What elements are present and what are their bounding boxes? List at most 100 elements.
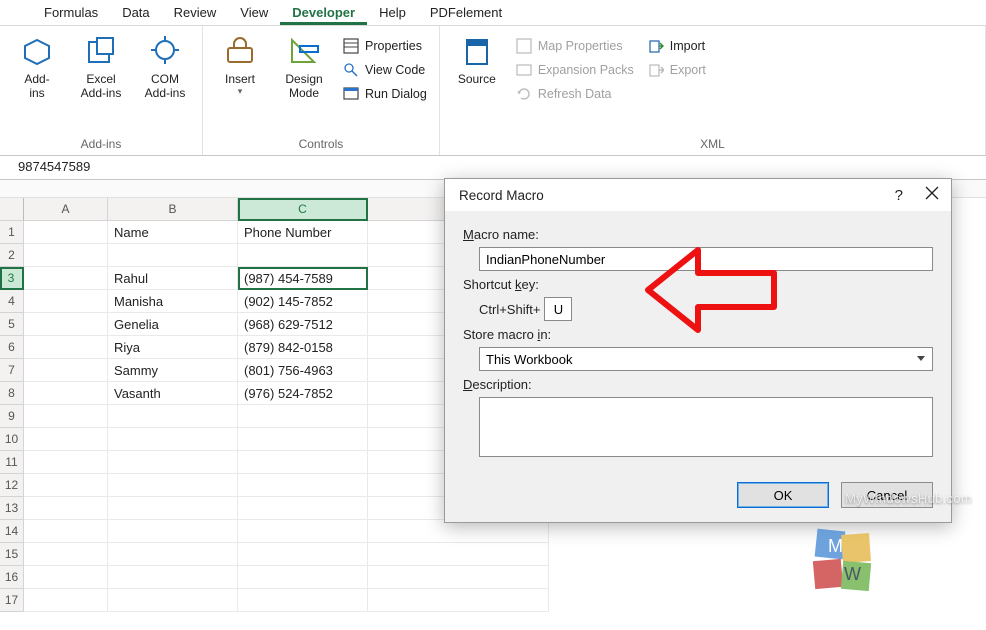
cell-A12[interactable] (24, 474, 108, 497)
tab-formulas[interactable]: Formulas (32, 2, 110, 25)
export-button[interactable]: Export (644, 60, 710, 80)
cell-B9[interactable] (108, 405, 238, 428)
cell-B2[interactable] (108, 244, 238, 267)
cell-C5[interactable]: (968) 629-7512 (238, 313, 368, 336)
cell-A15[interactable] (24, 543, 108, 566)
row-header-15[interactable]: 15 (0, 543, 24, 566)
cell-A16[interactable] (24, 566, 108, 589)
col-header-B[interactable]: B (108, 198, 238, 221)
cell-B1[interactable]: Name (108, 221, 238, 244)
cell-B17[interactable] (108, 589, 238, 612)
cell-A1[interactable] (24, 221, 108, 244)
cell-D14[interactable] (368, 520, 549, 543)
cell-A11[interactable] (24, 451, 108, 474)
cell-C6[interactable]: (879) 842-0158 (238, 336, 368, 359)
close-icon[interactable] (925, 186, 939, 204)
cell-C13[interactable] (238, 497, 368, 520)
tab-review[interactable]: Review (162, 2, 229, 25)
cell-B10[interactable] (108, 428, 238, 451)
cell-B13[interactable] (108, 497, 238, 520)
excel-addins-button[interactable]: Excel Add-ins (72, 32, 130, 104)
cell-A4[interactable] (24, 290, 108, 313)
formula-bar[interactable]: 9874547589 (0, 156, 986, 180)
cell-C16[interactable] (238, 566, 368, 589)
cell-C14[interactable] (238, 520, 368, 543)
col-header-A[interactable]: A (24, 198, 108, 221)
col-header-C[interactable]: C (238, 198, 368, 221)
cell-B7[interactable]: Sammy (108, 359, 238, 382)
ok-button[interactable]: OK (737, 482, 829, 508)
cell-B15[interactable] (108, 543, 238, 566)
cell-A8[interactable] (24, 382, 108, 405)
row-header-17[interactable]: 17 (0, 589, 24, 612)
cell-C7[interactable]: (801) 756-4963 (238, 359, 368, 382)
row-header-9[interactable]: 9 (0, 405, 24, 428)
cell-C15[interactable] (238, 543, 368, 566)
cell-D16[interactable] (368, 566, 549, 589)
tab-data[interactable]: Data (110, 2, 161, 25)
row-header-10[interactable]: 10 (0, 428, 24, 451)
cell-C4[interactable]: (902) 145-7852 (238, 290, 368, 313)
cell-B4[interactable]: Manisha (108, 290, 238, 313)
tab-pdfelement[interactable]: PDFelement (418, 2, 514, 25)
macro-name-input[interactable] (479, 247, 933, 271)
import-button[interactable]: Import (644, 36, 710, 56)
cell-A7[interactable] (24, 359, 108, 382)
addins-button[interactable]: Add- ins (8, 32, 66, 104)
cell-B12[interactable] (108, 474, 238, 497)
cell-D15[interactable] (368, 543, 549, 566)
cell-C2[interactable] (238, 244, 368, 267)
row-header-11[interactable]: 11 (0, 451, 24, 474)
cell-A2[interactable] (24, 244, 108, 267)
cell-B3[interactable]: Rahul (108, 267, 238, 290)
row-header-6[interactable]: 6 (0, 336, 24, 359)
cell-C11[interactable] (238, 451, 368, 474)
cell-A3[interactable] (24, 267, 108, 290)
cell-A9[interactable] (24, 405, 108, 428)
row-header-12[interactable]: 12 (0, 474, 24, 497)
row-header-3[interactable]: 3 (0, 267, 24, 290)
tab-developer[interactable]: Developer (280, 2, 367, 25)
select-all-corner[interactable] (0, 198, 24, 221)
cell-B6[interactable]: Riya (108, 336, 238, 359)
cell-C10[interactable] (238, 428, 368, 451)
cell-A6[interactable] (24, 336, 108, 359)
row-header-13[interactable]: 13 (0, 497, 24, 520)
shortcut-key-input[interactable] (544, 297, 572, 321)
cell-B14[interactable] (108, 520, 238, 543)
cell-C3[interactable]: (987) 454-7589 (238, 267, 368, 290)
source-button[interactable]: Source (448, 32, 506, 90)
cell-A10[interactable] (24, 428, 108, 451)
cell-C1[interactable]: Phone Number (238, 221, 368, 244)
cell-B5[interactable]: Genelia (108, 313, 238, 336)
row-header-14[interactable]: 14 (0, 520, 24, 543)
cell-C17[interactable] (238, 589, 368, 612)
row-header-4[interactable]: 4 (0, 290, 24, 313)
cell-A14[interactable] (24, 520, 108, 543)
tab-view[interactable]: View (228, 2, 280, 25)
cell-A17[interactable] (24, 589, 108, 612)
properties-button[interactable]: Properties (339, 36, 431, 56)
view-code-button[interactable]: View Code (339, 60, 431, 80)
cell-B16[interactable] (108, 566, 238, 589)
help-button[interactable]: ? (895, 187, 903, 204)
cell-C12[interactable] (238, 474, 368, 497)
cell-A13[interactable] (24, 497, 108, 520)
tab-help[interactable]: Help (367, 2, 418, 25)
design-mode-button[interactable]: Design Mode (275, 32, 333, 104)
dialog-titlebar[interactable]: Record Macro ? (445, 179, 951, 211)
row-header-5[interactable]: 5 (0, 313, 24, 336)
row-header-1[interactable]: 1 (0, 221, 24, 244)
cell-B11[interactable] (108, 451, 238, 474)
run-dialog-button[interactable]: Run Dialog (339, 84, 431, 104)
cancel-button[interactable]: Cancel (841, 482, 933, 508)
description-input[interactable] (479, 397, 933, 457)
cell-D17[interactable] (368, 589, 549, 612)
row-header-2[interactable]: 2 (0, 244, 24, 267)
row-header-7[interactable]: 7 (0, 359, 24, 382)
cell-B8[interactable]: Vasanth (108, 382, 238, 405)
expansion-packs-button[interactable]: Expansion Packs (512, 60, 638, 80)
map-properties-button[interactable]: Map Properties (512, 36, 638, 56)
cell-C9[interactable] (238, 405, 368, 428)
com-addins-button[interactable]: COM Add-ins (136, 32, 194, 104)
